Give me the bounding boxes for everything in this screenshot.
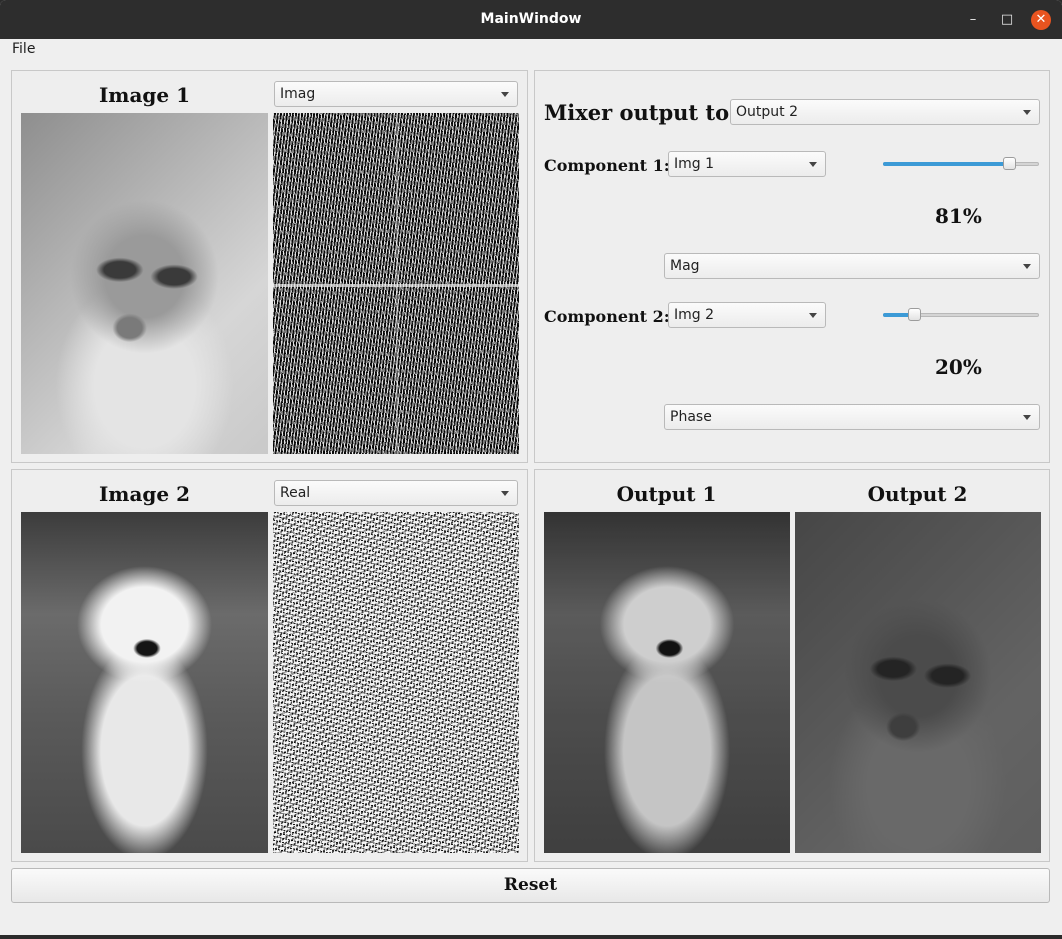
maximize-icon[interactable]: □ bbox=[997, 10, 1017, 30]
slider-handle[interactable] bbox=[908, 308, 921, 321]
component2-percent: 20% bbox=[935, 355, 982, 379]
mixer-output-value: Output 2 bbox=[736, 104, 798, 120]
chevron-down-icon bbox=[1023, 110, 1031, 115]
slider-handle[interactable] bbox=[1003, 157, 1016, 170]
chevron-down-icon bbox=[1023, 415, 1031, 420]
image1-component-value: Imag bbox=[280, 86, 316, 102]
image1-heading: Image 1 bbox=[98, 83, 191, 107]
menu-file[interactable]: File bbox=[12, 41, 35, 57]
spectrum-axis-v bbox=[396, 113, 398, 454]
component2-mode-value: Phase bbox=[670, 409, 712, 425]
output-panel: Output 1 Output 2 bbox=[534, 469, 1050, 862]
image1-original[interactable] bbox=[21, 113, 268, 454]
component2-slider[interactable] bbox=[883, 307, 1039, 323]
component1-mode-select[interactable]: Mag bbox=[664, 253, 1040, 279]
image1-component-view[interactable] bbox=[273, 113, 519, 454]
image2-original[interactable] bbox=[21, 512, 268, 853]
mixer-output-select[interactable]: Output 2 bbox=[730, 99, 1040, 125]
component1-slider[interactable] bbox=[883, 156, 1039, 172]
output2-image[interactable] bbox=[795, 512, 1041, 853]
mixer-output-label: Mixer output to: bbox=[544, 100, 737, 125]
component2-mode-select[interactable]: Phase bbox=[664, 404, 1040, 430]
component2-image-select[interactable]: Img 2 bbox=[668, 302, 826, 328]
minimize-icon[interactable]: – bbox=[963, 10, 983, 30]
component1-image-select[interactable]: Img 1 bbox=[668, 151, 826, 177]
chevron-down-icon bbox=[1023, 264, 1031, 269]
image2-component-value: Real bbox=[280, 485, 311, 501]
output2-heading: Output 2 bbox=[867, 482, 968, 506]
component2-image-value: Img 2 bbox=[674, 307, 715, 323]
image2-heading: Image 2 bbox=[98, 482, 191, 506]
main-window: MainWindow – □ ✕ File Image 1 Imag Mixer… bbox=[0, 0, 1062, 935]
component1-mode-value: Mag bbox=[670, 258, 700, 274]
component1-label: Component 1: bbox=[544, 156, 670, 175]
image1-panel: Image 1 Imag bbox=[11, 70, 528, 463]
output1-heading: Output 1 bbox=[616, 482, 717, 506]
chevron-down-icon bbox=[809, 162, 817, 167]
component1-image-value: Img 1 bbox=[674, 156, 715, 172]
reset-button[interactable]: Reset bbox=[11, 868, 1050, 903]
titlebar: MainWindow – □ ✕ bbox=[0, 0, 1062, 39]
menubar: File bbox=[0, 39, 1062, 61]
component2-label: Component 2: bbox=[544, 307, 670, 326]
component1-percent: 81% bbox=[935, 204, 982, 228]
output1-image[interactable] bbox=[544, 512, 790, 853]
image2-component-select[interactable]: Real bbox=[274, 480, 518, 506]
image2-component-view[interactable] bbox=[273, 512, 519, 853]
chevron-down-icon bbox=[501, 491, 509, 496]
mixer-panel: Mixer output to: Output 2 Component 1: I… bbox=[534, 70, 1050, 463]
window-title: MainWindow bbox=[480, 11, 582, 27]
chevron-down-icon bbox=[809, 313, 817, 318]
image1-component-select[interactable]: Imag bbox=[274, 81, 518, 107]
slider-fill bbox=[883, 162, 1009, 166]
close-icon[interactable]: ✕ bbox=[1031, 10, 1051, 30]
image2-panel: Image 2 Real bbox=[11, 469, 528, 862]
chevron-down-icon bbox=[501, 92, 509, 97]
